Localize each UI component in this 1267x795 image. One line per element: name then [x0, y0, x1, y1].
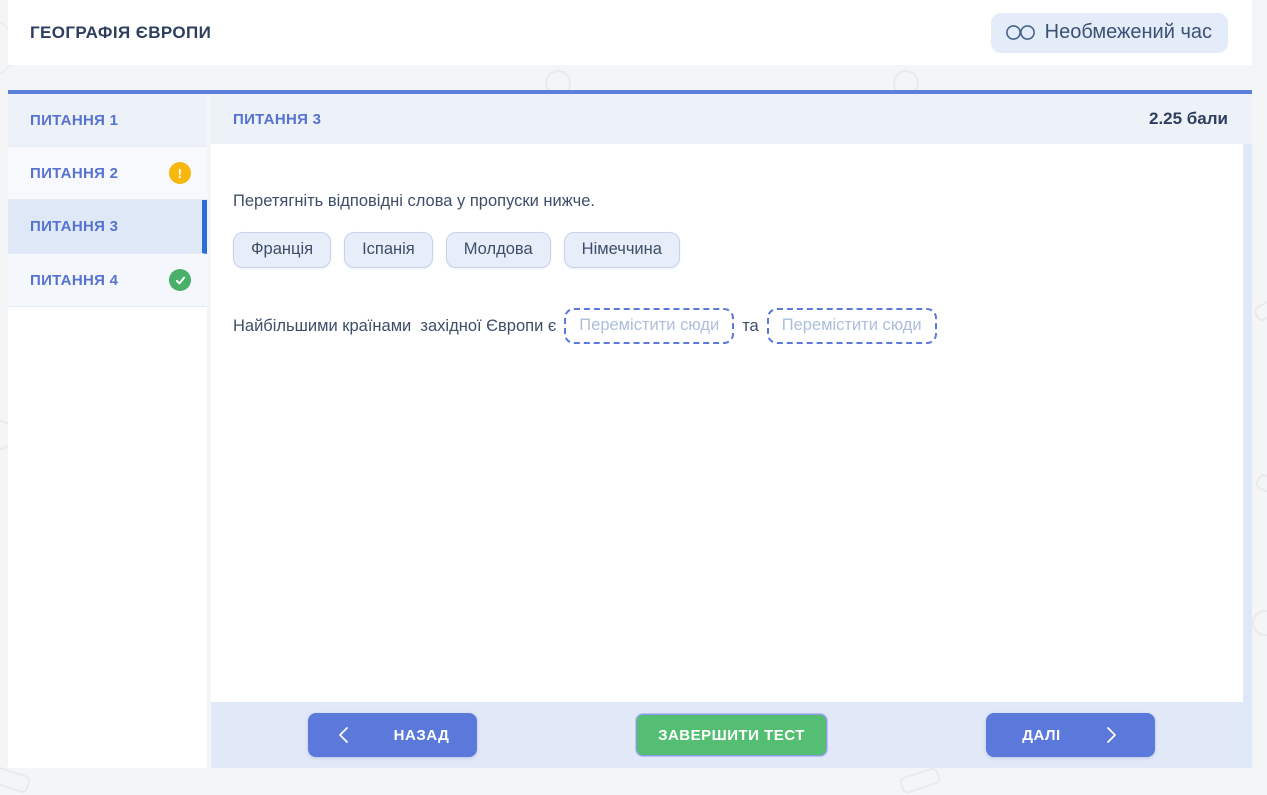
finish-test-button[interactable]: ЗАВЕРШИТИ ТЕСТ [636, 714, 827, 756]
question-body: Перетягніть відповідні слова у пропуски … [211, 144, 1243, 702]
navigation-footer: НАЗАД ЗАВЕРШИТИ ТЕСТ ДАЛІ [211, 702, 1243, 768]
doodle-battery-right-2 [1254, 472, 1267, 500]
timer-badge: Необмежений час [991, 13, 1228, 53]
sidebar-item-question-1[interactable]: ПИТАННЯ 1 [8, 94, 207, 147]
sidebar-item-label: ПИТАННЯ 1 [30, 112, 118, 129]
sentence-connector: та [742, 317, 759, 336]
drop-zone-1[interactable]: Перемістити сюди [564, 308, 734, 344]
sidebar-item-question-4[interactable]: ПИТАННЯ 4 [8, 254, 207, 307]
next-button-label: ДАЛІ [1022, 727, 1060, 744]
infinity-icon [1005, 24, 1036, 41]
drop-zone-2[interactable]: Перемістити сюди [767, 308, 937, 344]
sidebar-item-label: ПИТАННЯ 4 [30, 272, 118, 289]
sentence-prefix: Найбільшими країнами західної Європи є [233, 317, 556, 336]
question-header: ПИТАННЯ 3 2.25 бали [211, 94, 1252, 144]
sidebar-item-label: ПИТАННЯ 3 [30, 218, 118, 235]
sidebar-item-question-2[interactable]: ПИТАННЯ 2 ! [8, 147, 207, 200]
content-top-line [8, 90, 1252, 94]
finish-button-label: ЗАВЕРШИТИ ТЕСТ [658, 727, 805, 744]
doodle-circle-right [1252, 610, 1267, 636]
word-chip[interactable]: Молдова [446, 232, 551, 268]
sidebar-item-question-3[interactable]: ПИТАННЯ 3 [8, 200, 207, 254]
word-chip[interactable]: Франція [233, 232, 331, 268]
scrollbar-track[interactable] [1243, 144, 1252, 768]
next-button[interactable]: ДАЛІ [986, 713, 1155, 757]
back-button[interactable]: НАЗАД [308, 713, 477, 757]
doodle-battery-right-1 [1252, 293, 1267, 323]
check-icon [169, 269, 191, 291]
sidebar-item-label: ПИТАННЯ 2 [30, 165, 118, 182]
question-header-title: ПИТАННЯ 3 [233, 111, 321, 128]
page-title: ГЕОГРАФІЯ ЄВРОПИ [30, 23, 211, 43]
timer-label: Необмежений час [1045, 21, 1212, 44]
points-badge: 2.25 бали [1149, 109, 1228, 129]
word-chip[interactable]: Німеччина [564, 232, 680, 268]
fill-in-sentence: Найбільшими країнами західної Європи є П… [233, 308, 1221, 344]
question-panel: ПИТАННЯ 3 2.25 бали Перетягніть відповід… [211, 94, 1252, 768]
chevron-right-icon [1103, 725, 1119, 745]
question-sidebar: ПИТАННЯ 1 ПИТАННЯ 2 ! ПИТАННЯ 3 ПИТАННЯ … [8, 94, 207, 768]
doodle-battery-bottom-center [898, 766, 941, 795]
word-chip-list: Франція Іспанія Молдова Німеччина [233, 232, 1221, 268]
question-instruction: Перетягніть відповідні слова у пропуски … [233, 192, 1221, 211]
word-chip[interactable]: Іспанія [344, 232, 433, 268]
warning-icon: ! [169, 162, 191, 184]
back-button-label: НАЗАД [394, 727, 450, 744]
chevron-left-icon [336, 725, 352, 745]
top-header: ГЕОГРАФІЯ ЄВРОПИ Необмежений час [8, 0, 1252, 65]
